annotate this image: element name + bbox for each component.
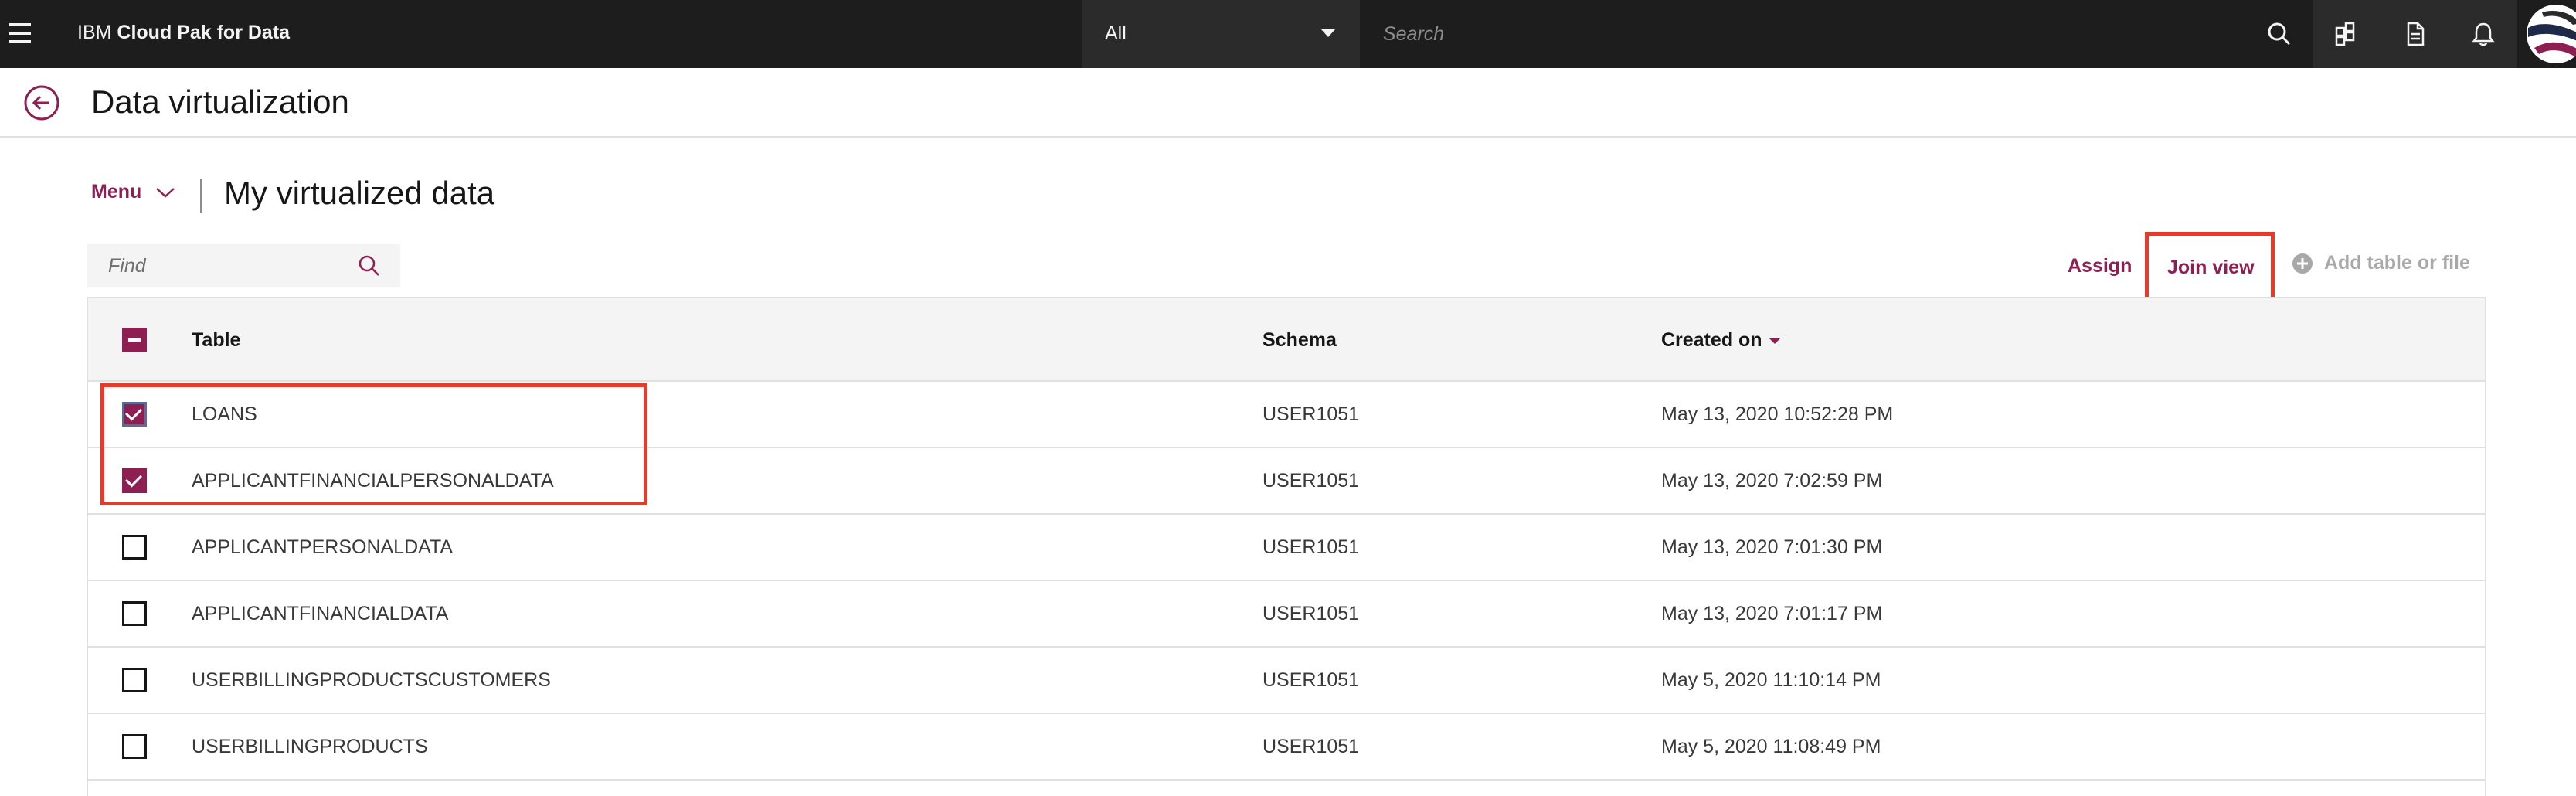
cell-schema: USER1051 <box>1263 536 1360 558</box>
cell-created-on: May 5, 2020 11:08:49 PM <box>1661 736 1881 757</box>
cell-schema: USER1051 <box>1263 403 1360 425</box>
document-icon[interactable] <box>2381 0 2449 68</box>
caret-down-icon <box>1321 29 1335 37</box>
cell-created-on: May 13, 2020 7:01:17 PM <box>1661 603 1883 624</box>
page-title: Data virtualization <box>91 83 349 120</box>
catalog-icon[interactable] <box>2313 0 2381 68</box>
search-scope-value: All <box>1105 22 1127 44</box>
cell-created-on: May 13, 2020 7:01:30 PM <box>1661 536 1883 558</box>
cell-schema: USER1051 <box>1263 669 1360 691</box>
table-row[interactable]: APPLICANTPERSONALDATA USER1051 May 13, 2… <box>88 515 2485 581</box>
row-checkbox[interactable] <box>122 601 147 626</box>
add-table-or-file-button[interactable]: Add table or file <box>2292 252 2470 274</box>
user-avatar[interactable] <box>2527 5 2576 63</box>
find-field <box>87 244 400 287</box>
column-header-schema[interactable]: Schema <box>1263 329 1337 352</box>
cell-table-name: USERBILLINGPRODUCTSCUSTOMERS <box>192 669 551 691</box>
sort-descending-icon <box>1768 338 1781 345</box>
column-header-table[interactable]: Table <box>192 329 240 352</box>
global-search <box>1360 0 2313 68</box>
table-row[interactable]: LOANS USER1051 May 13, 2020 10:52:28 PM <box>88 382 2485 448</box>
global-search-input[interactable] <box>1383 19 2233 49</box>
add-table-label: Add table or file <box>2324 252 2470 274</box>
cell-table-name: APPLICANTPERSONALDATA <box>192 536 454 558</box>
table-row[interactable]: USERBILLINGPRODUCTSCUSTOMERS USER1051 Ma… <box>88 648 2485 714</box>
row-checkbox[interactable] <box>122 668 147 692</box>
menu-label: Menu <box>91 181 142 202</box>
cell-table-name: APPLICANTFINANCIALPERSONALDATA <box>192 470 554 492</box>
find-input[interactable] <box>108 252 340 280</box>
cell-schema: USER1051 <box>1263 470 1360 492</box>
back-arrow-icon[interactable] <box>23 84 60 121</box>
product-brand[interactable]: IBM Cloud Pak for Data <box>77 22 290 44</box>
row-checkbox[interactable] <box>122 402 147 427</box>
join-view-label: Join view <box>2167 257 2255 278</box>
table-header: Table Schema Created on <box>88 298 2485 382</box>
assign-button[interactable]: Assign <box>2068 255 2132 277</box>
divider <box>200 179 202 213</box>
cell-schema: USER1051 <box>1263 603 1360 624</box>
search-scope-dropdown[interactable]: All <box>1082 0 1360 68</box>
add-circle-icon <box>2292 253 2313 274</box>
search-icon[interactable] <box>357 253 382 278</box>
brand-prefix: IBM <box>77 22 117 43</box>
menu-dropdown[interactable]: Menu <box>91 181 175 203</box>
join-view-button[interactable]: Join view <box>2145 232 2275 303</box>
section-title: My virtualized data <box>224 175 495 211</box>
search-icon[interactable] <box>2264 19 2295 49</box>
table-row[interactable]: USERBILLINGPRODUCTS USER1051 May 5, 2020… <box>88 714 2485 781</box>
virtualized-data-table: Table Schema Created on LOANS USER1051 M… <box>87 297 2486 796</box>
cell-created-on: May 13, 2020 10:52:28 PM <box>1661 403 1894 425</box>
column-header-created-on[interactable]: Created on <box>1661 329 1781 352</box>
cell-schema: USER1051 <box>1263 736 1360 757</box>
chevron-down-icon <box>156 187 175 198</box>
cell-created-on: May 13, 2020 7:02:59 PM <box>1661 470 1883 492</box>
cell-table-name: USERBILLINGPRODUCTS <box>192 736 428 757</box>
row-checkbox[interactable] <box>122 535 147 560</box>
row-checkbox[interactable] <box>122 734 147 759</box>
cell-table-name: LOANS <box>192 403 257 425</box>
select-all-checkbox[interactable] <box>122 328 147 352</box>
cell-created-on: May 5, 2020 11:10:14 PM <box>1661 669 1881 691</box>
notification-bell-icon[interactable] <box>2449 0 2517 68</box>
page-header: Data virtualization <box>0 68 2576 138</box>
table-row[interactable]: APPLICANTFINANCIALPERSONALDATA USER1051 … <box>88 448 2485 515</box>
brand-name: Cloud Pak for Data <box>117 22 291 43</box>
created-on-label: Created on <box>1661 329 1762 351</box>
table-row[interactable]: APPLICANTFINANCIALDATA USER1051 May 13, … <box>88 581 2485 648</box>
cell-table-name: APPLICANTFINANCIALDATA <box>192 603 449 624</box>
hamburger-menu-icon[interactable] <box>9 20 31 46</box>
row-checkbox[interactable] <box>122 468 147 493</box>
top-nav-bar: IBM Cloud Pak for Data All <box>0 0 2576 68</box>
